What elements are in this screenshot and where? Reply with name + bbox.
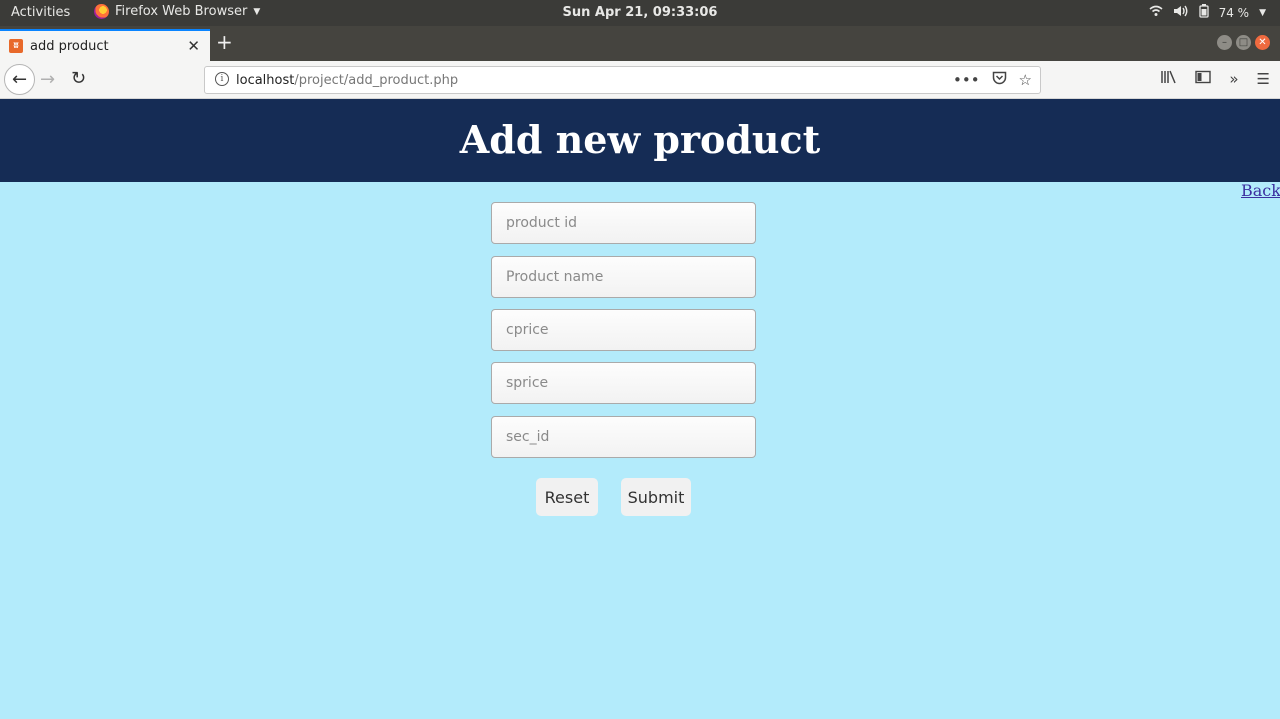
url-path: /project/add_product.php (294, 73, 459, 88)
back-arrow-icon[interactable]: ← (4, 64, 35, 95)
cprice-field[interactable] (491, 309, 756, 351)
library-icon[interactable] (1161, 70, 1177, 88)
reload-icon[interactable]: ↻ (71, 68, 86, 89)
clock[interactable]: Sun Apr 21, 09:33:06 (0, 5, 1280, 20)
window-controls: – □ ✕ (1217, 35, 1270, 50)
site-info-icon[interactable]: i (215, 72, 229, 86)
product-name-field[interactable] (491, 256, 756, 298)
chevron-down-icon: ▼ (1259, 8, 1266, 18)
battery-icon (1198, 4, 1209, 22)
url-text[interactable]: localhost/project/add_product.php (236, 73, 458, 88)
minimize-icon[interactable]: – (1217, 35, 1232, 50)
navigation-toolbar: ← → ↻ i localhost/project/add_product.ph… (0, 61, 1280, 99)
battery-percent: 74 % (1218, 6, 1250, 20)
tab-title: add product (30, 38, 109, 54)
reset-button[interactable]: Reset (536, 478, 598, 516)
close-window-icon[interactable]: ✕ (1255, 35, 1270, 50)
close-tab-icon[interactable]: ✕ (187, 37, 200, 55)
sidebar-icon[interactable] (1195, 70, 1212, 88)
overflow-chevron-icon[interactable]: » (1229, 70, 1238, 88)
hamburger-menu-icon[interactable]: ☰ (1257, 70, 1270, 88)
system-top-bar: Activities Firefox Web Browser ▼ Sun Apr… (0, 0, 1280, 26)
back-link[interactable]: Back (1241, 181, 1280, 200)
page-title: Add new product (459, 117, 821, 162)
volume-icon (1173, 5, 1189, 21)
system-tray[interactable]: 74 % ▼ (1149, 4, 1266, 22)
page-actions-icon[interactable]: ••• (953, 71, 980, 89)
sprice-field[interactable] (491, 362, 756, 404)
url-host: localhost (236, 73, 295, 88)
wifi-icon (1149, 5, 1163, 21)
new-tab-icon[interactable]: + (216, 32, 233, 52)
page-header: Add new product (0, 99, 1280, 182)
product-id-field[interactable] (491, 202, 756, 244)
tab-add-product[interactable]: ʬ add product ✕ (0, 29, 210, 61)
xampp-favicon-icon: ʬ (9, 39, 23, 53)
submit-button[interactable]: Submit (621, 478, 691, 516)
bookmark-star-icon[interactable]: ☆ (1019, 71, 1032, 89)
sec-id-field[interactable] (491, 416, 756, 458)
forward-arrow-icon[interactable]: → (40, 69, 55, 90)
url-bar[interactable]: i localhost/project/add_product.php ••• … (204, 66, 1041, 94)
maximize-icon[interactable]: □ (1236, 35, 1251, 50)
pocket-icon[interactable] (992, 71, 1007, 89)
tab-strip: ʬ add product ✕ + – □ ✕ (0, 26, 1280, 61)
